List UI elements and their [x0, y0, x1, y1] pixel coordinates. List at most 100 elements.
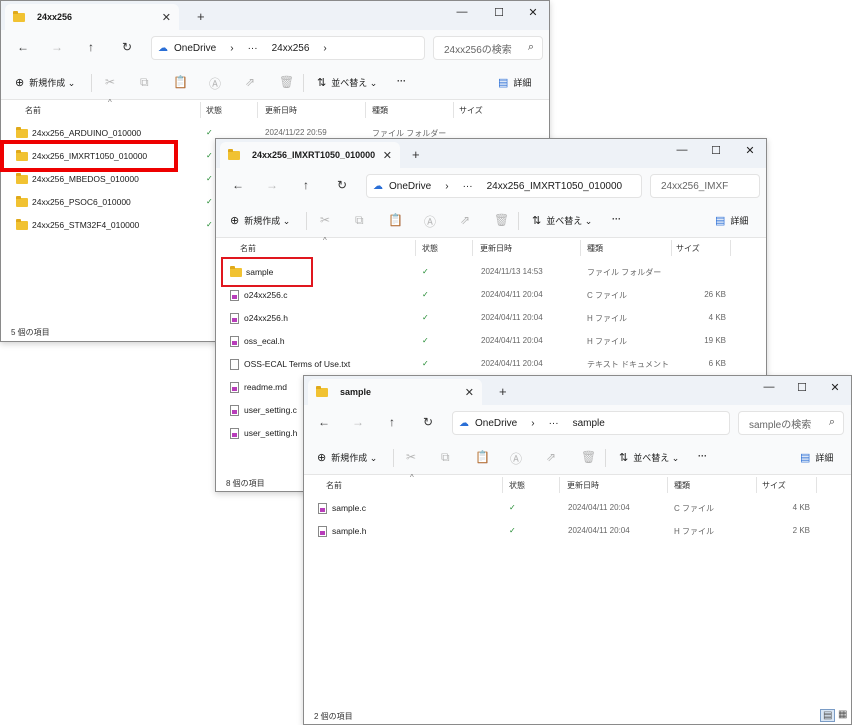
copy-icon[interactable]: ⧉ [441, 450, 450, 465]
minimize-icon[interactable]: — [759, 381, 779, 393]
copy-icon[interactable]: ⧉ [355, 213, 364, 228]
column-name[interactable]: 名前 [25, 105, 41, 116]
rename-icon[interactable]: Ⓐ [424, 213, 436, 230]
column-status[interactable]: 状態 [509, 480, 525, 491]
address-box[interactable]: ☁ OneDrive › ··· 24xx256 › [151, 36, 425, 60]
details-view-icon[interactable]: ▤ [820, 709, 836, 722]
tab-close-icon[interactable]: ✕ [162, 11, 171, 24]
tab-24xx256[interactable]: 24xx256 ✕ [5, 4, 179, 30]
address-box[interactable]: ☁ OneDrive › ··· 24xx256_IMXRT1050_01000… [366, 174, 642, 198]
breadcrumb-current[interactable]: sample [573, 418, 605, 429]
details-button[interactable]: ▤ 詳細 [800, 451, 833, 464]
delete-icon[interactable]: 🗑 [494, 213, 509, 227]
new-tab-icon[interactable]: + [499, 384, 507, 399]
rename-icon[interactable]: Ⓐ [510, 450, 522, 467]
paste-icon[interactable]: 📋 [388, 213, 403, 227]
list-item[interactable]: sample.h ✓ 2024/04/11 20:04 H ファイル 2 KB [304, 520, 851, 542]
column-name[interactable]: 名前 [326, 480, 342, 491]
breadcrumb-ellipsis[interactable]: ··· [549, 418, 559, 429]
close-window-icon[interactable]: ✕ [740, 144, 760, 157]
maximize-icon[interactable]: ☐ [489, 6, 509, 19]
column-type[interactable]: 種類 [674, 480, 690, 491]
share-icon[interactable]: ⇗ [546, 450, 556, 464]
paste-icon[interactable]: 📋 [173, 75, 188, 89]
cut-icon[interactable]: ✂ [406, 450, 416, 464]
column-type[interactable]: 種類 [587, 243, 603, 254]
column-size[interactable]: サイズ [676, 243, 700, 254]
search-input[interactable]: sampleの検索 ⌕ [738, 411, 844, 435]
back-icon[interactable]: ← [318, 415, 330, 429]
maximize-icon[interactable]: ☐ [792, 381, 812, 394]
share-icon[interactable]: ⇗ [460, 213, 470, 227]
cut-icon[interactable]: ✂ [320, 213, 330, 227]
new-button[interactable]: ⊕ 新規作成 ⌄ [230, 214, 290, 227]
close-window-icon[interactable]: ✕ [523, 6, 543, 19]
paste-icon[interactable]: 📋 [475, 450, 490, 464]
column-modified[interactable]: 更新日時 [265, 105, 297, 116]
sort-button[interactable]: ⇅ 並べ替え ⌄ [619, 451, 679, 464]
column-modified[interactable]: 更新日時 [567, 480, 599, 491]
sort-button[interactable]: ⇅ 並べ替え ⌄ [532, 214, 592, 227]
refresh-icon[interactable]: ↻ [423, 415, 433, 429]
list-item[interactable]: o24xx256.h ✓ 2024/04/11 20:04 H ファイル 4 K… [216, 307, 766, 329]
up-icon[interactable]: ↑ [303, 178, 309, 192]
delete-icon[interactable]: 🗑 [279, 75, 294, 89]
more-button[interactable]: ··· [612, 214, 621, 224]
minimize-icon[interactable]: — [672, 144, 692, 156]
delete-icon[interactable]: 🗑 [581, 450, 596, 464]
breadcrumb-onedrive[interactable]: OneDrive [389, 181, 431, 192]
breadcrumb-current[interactable]: 24xx256 [272, 43, 310, 54]
breadcrumb-ellipsis[interactable]: ··· [463, 181, 473, 192]
refresh-icon[interactable]: ↻ [337, 178, 347, 192]
breadcrumb-onedrive[interactable]: OneDrive [174, 43, 216, 54]
tab-close-icon[interactable]: ✕ [383, 149, 392, 162]
address-box[interactable]: ☁ OneDrive › ··· sample [452, 411, 730, 435]
item-size: 4 KB [792, 503, 810, 512]
column-size[interactable]: サイズ [762, 480, 786, 491]
breadcrumb-ellipsis[interactable]: ··· [248, 43, 258, 54]
details-button[interactable]: ▤ 詳細 [498, 76, 531, 89]
close-window-icon[interactable]: ✕ [825, 381, 845, 394]
search-input[interactable]: 24xx256_IMXF [650, 174, 760, 198]
more-button[interactable]: ··· [698, 451, 707, 461]
item-modified: 2024/04/11 20:04 [481, 290, 543, 299]
list-item[interactable]: oss_ecal.h ✓ 2024/04/11 20:04 H ファイル 19 … [216, 330, 766, 352]
breadcrumb-current[interactable]: 24xx256_IMXRT1050_010000 [487, 181, 622, 192]
new-button[interactable]: ⊕ 新規作成 ⌄ [317, 451, 377, 464]
list-item[interactable]: o24xx256.c ✓ 2024/04/11 20:04 C ファイル 26 … [216, 284, 766, 306]
column-status[interactable]: 状態 [422, 243, 438, 254]
new-button[interactable]: ⊕ 新規作成 ⌄ [15, 76, 75, 89]
new-tab-icon[interactable]: + [412, 147, 420, 162]
tiles-view-icon[interactable]: ▦ [838, 709, 847, 720]
back-icon[interactable]: ← [232, 178, 244, 192]
share-icon[interactable]: ⇗ [245, 75, 255, 89]
copy-icon[interactable]: ⧉ [140, 75, 149, 90]
back-icon[interactable]: ← [17, 40, 29, 54]
more-button[interactable]: ··· [397, 76, 406, 86]
minimize-icon[interactable]: — [452, 6, 472, 18]
column-modified[interactable]: 更新日時 [480, 243, 512, 254]
maximize-icon[interactable]: ☐ [706, 144, 726, 157]
column-size[interactable]: サイズ [459, 105, 483, 116]
refresh-icon[interactable]: ↻ [122, 40, 132, 54]
list-item[interactable]: sample.c ✓ 2024/04/11 20:04 C ファイル 4 KB [304, 497, 851, 519]
breadcrumb-onedrive[interactable]: OneDrive [475, 418, 517, 429]
up-icon[interactable]: ↑ [389, 415, 395, 429]
rename-icon[interactable]: Ⓐ [209, 75, 221, 92]
forward-icon[interactable]: → [266, 178, 278, 192]
tab-imxrt1050[interactable]: 24xx256_IMXRT1050_010000 ✕ [220, 142, 400, 168]
tab-sample[interactable]: sample ✕ [308, 379, 482, 405]
column-type[interactable]: 種類 [372, 105, 388, 116]
column-name[interactable]: 名前 [240, 243, 256, 254]
cut-icon[interactable]: ✂ [105, 75, 115, 89]
forward-icon[interactable]: → [51, 40, 63, 54]
sort-button[interactable]: ⇅ 並べ替え ⌄ [317, 76, 377, 89]
up-icon[interactable]: ↑ [88, 40, 94, 54]
details-button[interactable]: ▤ 詳細 [715, 214, 748, 227]
new-tab-icon[interactable]: + [197, 9, 205, 24]
tab-close-icon[interactable]: ✕ [465, 386, 474, 399]
forward-icon[interactable]: → [352, 415, 364, 429]
list-item[interactable]: OSS-ECAL Terms of Use.txt ✓ 2024/04/11 2… [216, 353, 766, 375]
column-status[interactable]: 状態 [206, 105, 222, 116]
search-input[interactable]: 24xx256の検索 ⌕ [433, 36, 543, 60]
